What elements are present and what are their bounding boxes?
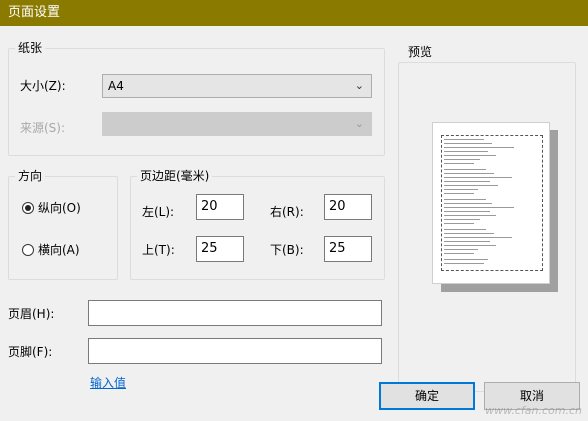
margin-frame [441, 135, 543, 271]
preview-text-line [444, 181, 490, 182]
footer-label: 页脚(F): [8, 345, 53, 359]
preview-text-line [444, 219, 480, 220]
portrait-radio[interactable] [22, 202, 34, 214]
preview-text-line [444, 173, 494, 174]
portrait-label[interactable]: 纵向(O) [38, 200, 81, 216]
paper-size-value: A4 [108, 79, 124, 93]
ok-button[interactable]: 确定 [379, 382, 475, 410]
preview-text-line [444, 249, 478, 250]
preview-text-line [444, 237, 512, 238]
bottom-margin-input[interactable]: 25 [324, 236, 372, 262]
preview-text-line [444, 139, 484, 140]
footer-input[interactable] [88, 338, 382, 364]
preview-text-line [444, 215, 496, 216]
preview-text-line [444, 177, 512, 178]
preview-text-line [444, 185, 498, 186]
margins-group: 页边距(毫米) [130, 169, 385, 280]
paper-source-select: ⌄ [102, 112, 372, 136]
preview-text-line [444, 223, 474, 224]
preview-text-line [444, 199, 486, 200]
preview-text-line [444, 163, 474, 164]
header-label: 页眉(H): [8, 307, 55, 321]
paper-group-title: 纸张 [15, 41, 46, 56]
chevron-down-icon: ⌄ [354, 117, 364, 130]
preview-text-line [444, 155, 496, 156]
preview-text-line [444, 147, 514, 148]
paper-source-label: 来源(S): [20, 121, 66, 135]
landscape-label[interactable]: 横向(A) [38, 242, 80, 258]
chevron-down-icon: ⌄ [354, 79, 364, 92]
right-margin-input[interactable]: 20 [324, 194, 372, 220]
bottom-margin-label: 下(B): [270, 243, 304, 257]
paper-size-select[interactable]: A4 ⌄ [102, 74, 372, 98]
right-margin-label: 右(R): [270, 205, 304, 219]
margins-group-title: 页边距(毫米) [137, 169, 213, 184]
input-values-link[interactable]: 输入值 [90, 374, 126, 391]
preview-text-line [444, 143, 492, 144]
top-margin-input[interactable]: 25 [196, 236, 244, 262]
preview-text-line [444, 189, 478, 190]
watermark: www.cfan.com.cn [485, 404, 582, 417]
preview-text-line [444, 245, 496, 246]
preview-text-line [444, 169, 486, 170]
orientation-group: 方向 [8, 169, 118, 280]
preview-text-line [444, 207, 514, 208]
window-title: 页面设置 [8, 5, 61, 20]
paper-group: 纸张 [8, 41, 385, 156]
preview-text-line [444, 229, 486, 230]
landscape-radio[interactable] [22, 244, 34, 256]
title-bar: 页面设置 [0, 0, 588, 26]
left-margin-input[interactable]: 20 [196, 194, 244, 220]
left-margin-label: 左(L): [142, 205, 175, 219]
page-setup-dialog: 纸张 大小(Z): A4 ⌄ 来源(S): ⌄ 方向 纵向(O) 横向(A) 页… [0, 26, 588, 421]
preview-text-line [444, 151, 488, 152]
orientation-group-title: 方向 [15, 169, 46, 184]
preview-text-line [444, 203, 492, 204]
preview-text-line [444, 259, 488, 260]
preview-text-line [444, 159, 480, 160]
header-input[interactable] [88, 300, 382, 326]
preview-title: 预览 [408, 45, 433, 59]
preview-text-line [444, 193, 474, 194]
preview-text-line [444, 241, 490, 242]
preview-text-line [444, 263, 484, 264]
preview-text-line [444, 253, 474, 254]
paper-size-label: 大小(Z): [20, 79, 66, 93]
preview-text-line [444, 211, 490, 212]
preview-text-line [444, 233, 494, 234]
top-margin-label: 上(T): [142, 243, 175, 257]
page-preview [432, 122, 550, 284]
